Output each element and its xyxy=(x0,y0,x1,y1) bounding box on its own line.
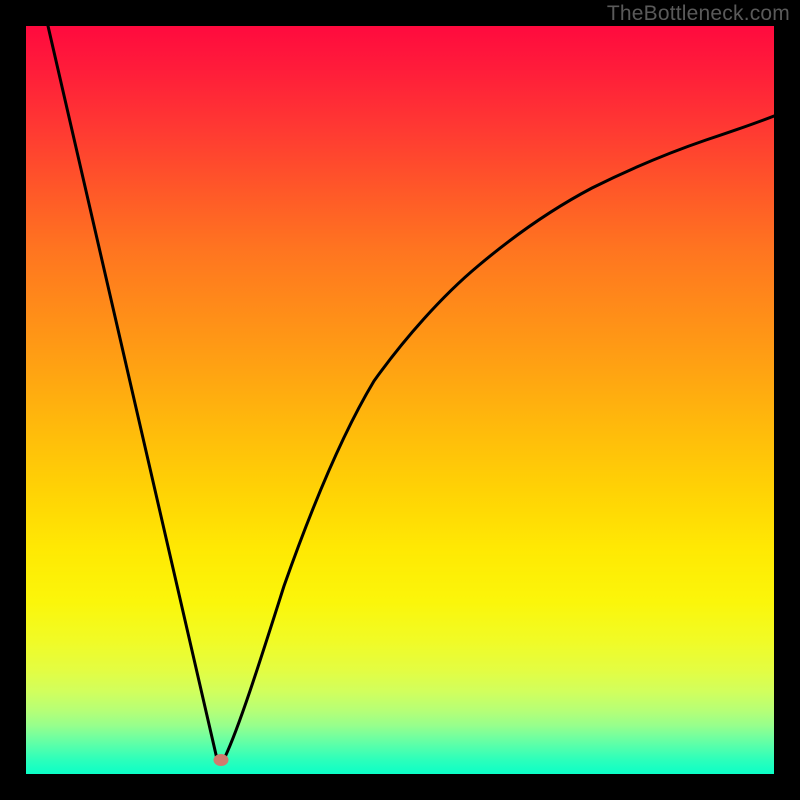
curve-path xyxy=(48,26,774,759)
chart-frame: TheBottleneck.com xyxy=(0,0,800,800)
plot-area xyxy=(26,26,774,774)
curve-svg xyxy=(26,26,774,774)
minimum-marker xyxy=(214,754,229,766)
watermark-text: TheBottleneck.com xyxy=(607,2,790,26)
